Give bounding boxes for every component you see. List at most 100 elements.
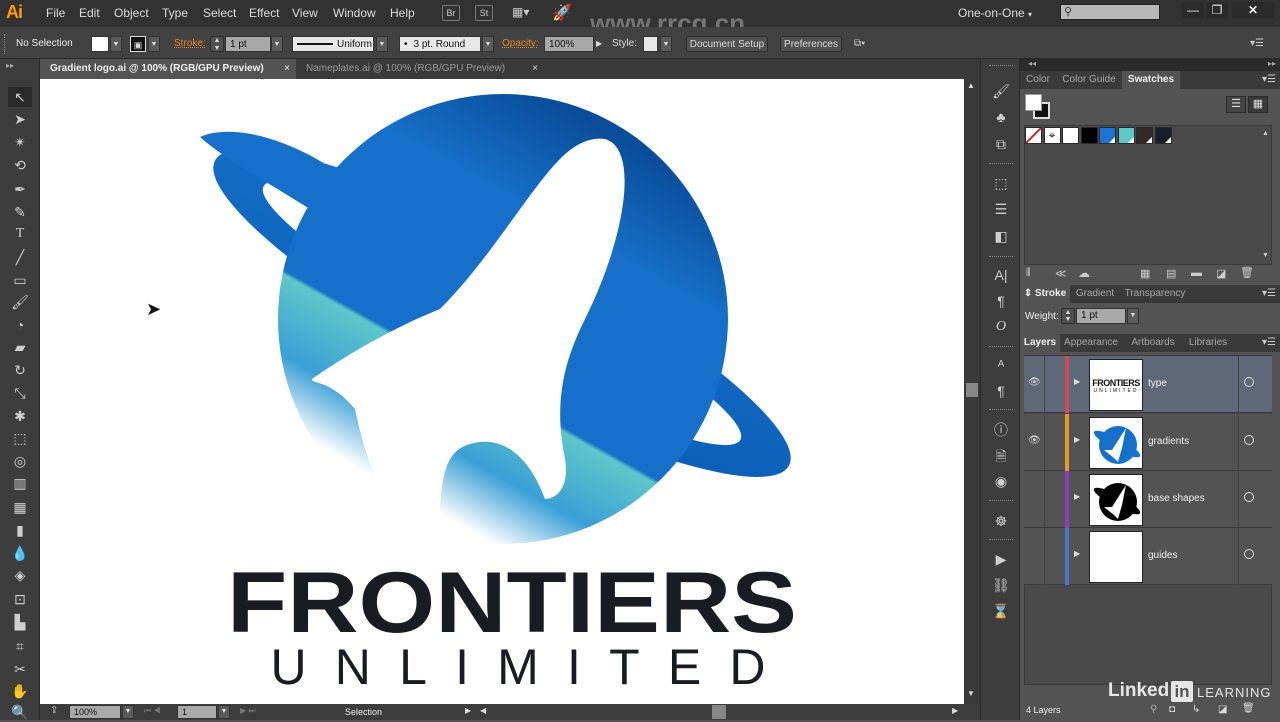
paragraph-styles-panel-icon[interactable]: ¶ [991, 381, 1011, 401]
tab-color[interactable]: Color [1020, 71, 1056, 89]
tab-artboards[interactable]: Artboards [1122, 334, 1184, 352]
scroll-left-icon[interactable]: ◀ [480, 706, 486, 715]
panel-menu-icon[interactable]: ▾☰ [1262, 74, 1276, 85]
dock-grip[interactable] [989, 256, 1013, 259]
scale-tool-icon[interactable]: ⤡ [8, 383, 32, 403]
dock-grip[interactable] [989, 65, 1013, 68]
tab-layers[interactable]: Layers [1020, 334, 1060, 352]
arrange-documents-icon[interactable]: ▦▾ [512, 5, 538, 21]
graphic-style-dropdown[interactable]: ▼ [660, 36, 672, 52]
eyedropper-tool-icon[interactable]: 💧 [8, 543, 32, 563]
show-swatch-kinds-icon[interactable]: ≪ [1055, 267, 1067, 280]
zoom-dropdown[interactable]: ▼ [122, 705, 134, 719]
tab-transparency[interactable]: Transparency [1120, 285, 1190, 303]
document-info-panel-icon[interactable]: 🗎 [991, 446, 1011, 466]
visibility-eye-icon[interactable]: 👁 [1028, 377, 1041, 388]
curvature-tool-icon[interactable]: ✎ [8, 202, 32, 222]
panel-collapse-bar[interactable]: ◂◂ ▸▸ [1020, 59, 1280, 71]
hand-tool-icon[interactable]: ✋ [8, 681, 32, 701]
tab-color-guide[interactable]: Color Guide [1058, 71, 1120, 89]
align-panel-icon[interactable]: ☰ [991, 199, 1011, 219]
swatch-none[interactable] [1025, 127, 1042, 144]
dock-grip[interactable] [989, 539, 1013, 542]
control-bar-menu-icon[interactable]: ▾☰ [1250, 36, 1264, 52]
status-menu-arrow[interactable]: ▶ [465, 706, 471, 715]
menu-select[interactable]: Select [203, 6, 236, 20]
stroke-profile-dropdown[interactable]: ▼ [376, 36, 388, 52]
delete-layer-icon[interactable]: 🗑 [1242, 703, 1255, 714]
close-button[interactable]: ✕ [1232, 2, 1274, 18]
links-panel-icon[interactable]: ⛓ [991, 575, 1011, 595]
line-segment-tool-icon[interactable]: ╱ [8, 247, 32, 267]
menu-effect[interactable]: Effect [249, 6, 279, 20]
current-tool-status[interactable]: Selection [345, 707, 382, 717]
gradient-tool-icon[interactable]: ▮ [8, 520, 32, 540]
delete-swatch-icon[interactable]: 🗑 [1240, 266, 1254, 279]
thumbnail-view-icon[interactable]: ▦ [1248, 96, 1268, 113]
pathfinder-panel-icon[interactable]: ◧ [991, 226, 1011, 246]
menu-view[interactable]: View [292, 6, 318, 20]
graphic-styles-panel-icon[interactable]: ⧉ [991, 134, 1011, 154]
target-circle-icon[interactable] [1244, 435, 1254, 445]
target-circle-icon[interactable] [1244, 492, 1254, 502]
share-icon[interactable]: ⇪ [50, 705, 58, 716]
symbols-panel-icon[interactable]: ♣ [991, 107, 1011, 127]
graphic-style-swatch[interactable] [643, 36, 658, 52]
search-input[interactable]: ⚲ [1060, 4, 1160, 20]
swatch-teal[interactable] [1117, 127, 1135, 144]
first-artboard-icon[interactable]: ⏮ ◀ [144, 706, 161, 716]
weight-stepper[interactable]: ▲ ▼ [1061, 308, 1075, 324]
info-panel-icon[interactable]: ⓘ [991, 420, 1011, 440]
gpu-performance-icon[interactable]: 🚀 [552, 3, 572, 23]
stroke-weight-input[interactable]: 1 pt [225, 36, 271, 52]
dock-grip[interactable] [989, 346, 1013, 349]
collapse-panels-icon[interactable]: ◂◂ [1028, 59, 1036, 68]
opacity-label[interactable]: Opacity: [502, 36, 539, 52]
artboard-dropdown[interactable]: ▼ [218, 705, 230, 719]
tab-libraries[interactable]: Libraries [1186, 334, 1230, 352]
new-color-group-icon[interactable]: ▬ [1191, 267, 1202, 279]
stroke-weight-stepper[interactable]: ▲ ▼ [210, 36, 224, 52]
fill-dropdown[interactable]: ▼ [110, 36, 122, 52]
tab-stroke[interactable]: ⇕ Stroke [1020, 285, 1070, 303]
image-trace-panel-icon[interactable]: ◉ [991, 471, 1011, 491]
locate-object-icon[interactable]: ⚲ [1150, 704, 1157, 715]
bridge-button[interactable]: Br [442, 5, 460, 21]
puppet-warp-tool-icon[interactable]: ✱ [8, 406, 32, 426]
tab-appearance[interactable]: Appearance [1062, 334, 1120, 352]
layer-row-type[interactable]: 👁 ▶ FRONTIERS UNLIMITED type [1024, 356, 1272, 413]
panel-menu-icon[interactable]: ▾☰ [1262, 337, 1276, 348]
dock-grip[interactable] [989, 500, 1013, 503]
pen-tool-icon[interactable]: ✒ [8, 179, 32, 199]
scroll-right-icon[interactable]: ▶ [952, 706, 958, 715]
swatch-registration[interactable]: ⌖ [1043, 127, 1061, 144]
shape-builder-tool-icon[interactable]: ◎ [8, 451, 32, 471]
weight-input[interactable]: 1 pt [1076, 308, 1126, 324]
expand-panels-icon[interactable]: ▸▸ [1268, 59, 1276, 68]
vertical-scrollbar[interactable]: ▲ ▼ [964, 79, 980, 704]
layer-name[interactable]: guides [1148, 550, 1177, 561]
perspective-grid-tool-icon[interactable]: ▥ [8, 473, 32, 493]
stroke-weight-dropdown[interactable]: ▼ [271, 36, 283, 52]
swatch-blue[interactable] [1099, 127, 1116, 144]
navigator-panel-icon[interactable]: ☸ [991, 511, 1011, 531]
scroll-up-icon[interactable]: ▲ [967, 81, 975, 90]
target-circle-icon[interactable] [1244, 549, 1254, 559]
target-circle-icon[interactable] [1244, 377, 1254, 387]
mesh-tool-icon[interactable]: ▦ [8, 497, 32, 517]
layer-name[interactable]: gradients [1148, 436, 1189, 447]
transform-panel-icon[interactable]: ⬚ [991, 173, 1011, 193]
expand-toolbar-icon[interactable]: ▸▸ [6, 61, 14, 70]
stock-button[interactable]: St [475, 5, 493, 21]
swatch-white[interactable] [1062, 127, 1079, 144]
paragraph-panel-icon[interactable]: ¶ [991, 291, 1011, 311]
expand-triangle-icon[interactable]: ▶ [1074, 549, 1080, 558]
list-view-icon[interactable]: ☰ [1226, 96, 1246, 113]
swatch-dark-navy[interactable] [1154, 127, 1172, 144]
paintbrush-tool-icon[interactable]: 🖌 [8, 292, 32, 312]
swatch-black[interactable] [1080, 127, 1098, 144]
brush-definition[interactable]: • 3 pt. Round [399, 36, 481, 52]
cloud-sync-icon[interactable]: ☁ [1078, 266, 1090, 280]
artboard-number-input[interactable]: 1 [177, 705, 217, 719]
menu-type[interactable]: Type [162, 6, 188, 20]
